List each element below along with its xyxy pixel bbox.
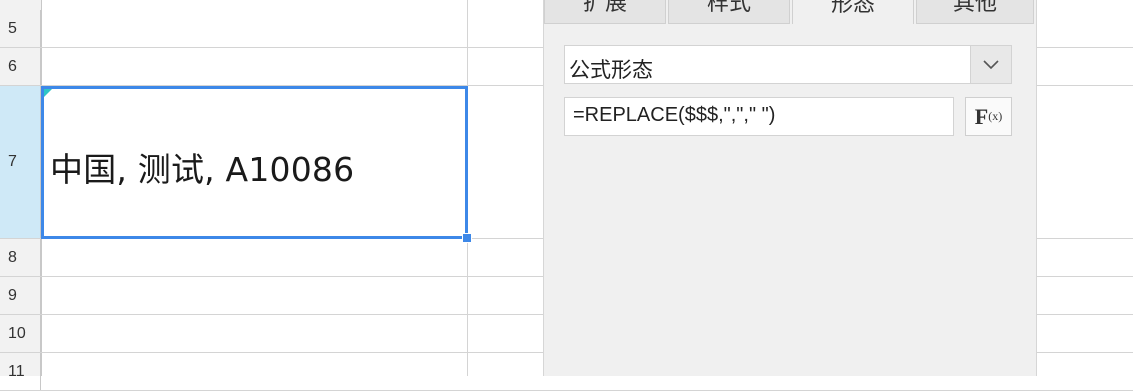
panel-tabs: 扩展 样式 形态 其他 — [544, 0, 1038, 24]
cell-selection[interactable] — [41, 86, 468, 239]
chevron-down-icon[interactable] — [970, 46, 1011, 83]
row-header[interactable]: 10 — [0, 315, 41, 352]
formula-input[interactable]: =REPLACE($$$,","," ") — [564, 97, 954, 136]
cell-marker-icon — [44, 89, 52, 97]
fx-label-main: F — [974, 103, 989, 129]
row-header[interactable]: 9 — [0, 277, 41, 314]
tab-expand[interactable]: 扩展 — [544, 0, 666, 24]
row-header[interactable]: 5 — [0, 10, 41, 47]
tab-style[interactable]: 样式 — [668, 0, 790, 24]
tab-other[interactable]: 其他 — [916, 0, 1034, 24]
row-header[interactable]: 6 — [0, 48, 41, 85]
form-type-value: 公式形态 — [569, 58, 653, 82]
fx-label-sub: (x) — [988, 109, 1003, 123]
row-header[interactable]: 11 — [0, 353, 41, 390]
fill-handle[interactable] — [462, 233, 472, 243]
property-panel: 扩展 样式 形态 其他 公式形态 =REPLACE($$$,","," ") F… — [543, 0, 1037, 376]
function-icon[interactable]: F (x) — [965, 97, 1012, 136]
form-type-select[interactable]: 公式形态 — [564, 45, 1012, 84]
tab-form[interactable]: 形态 — [792, 0, 914, 24]
row-header[interactable]: 8 — [0, 239, 41, 276]
row-header[interactable]: 7 — [0, 86, 41, 238]
